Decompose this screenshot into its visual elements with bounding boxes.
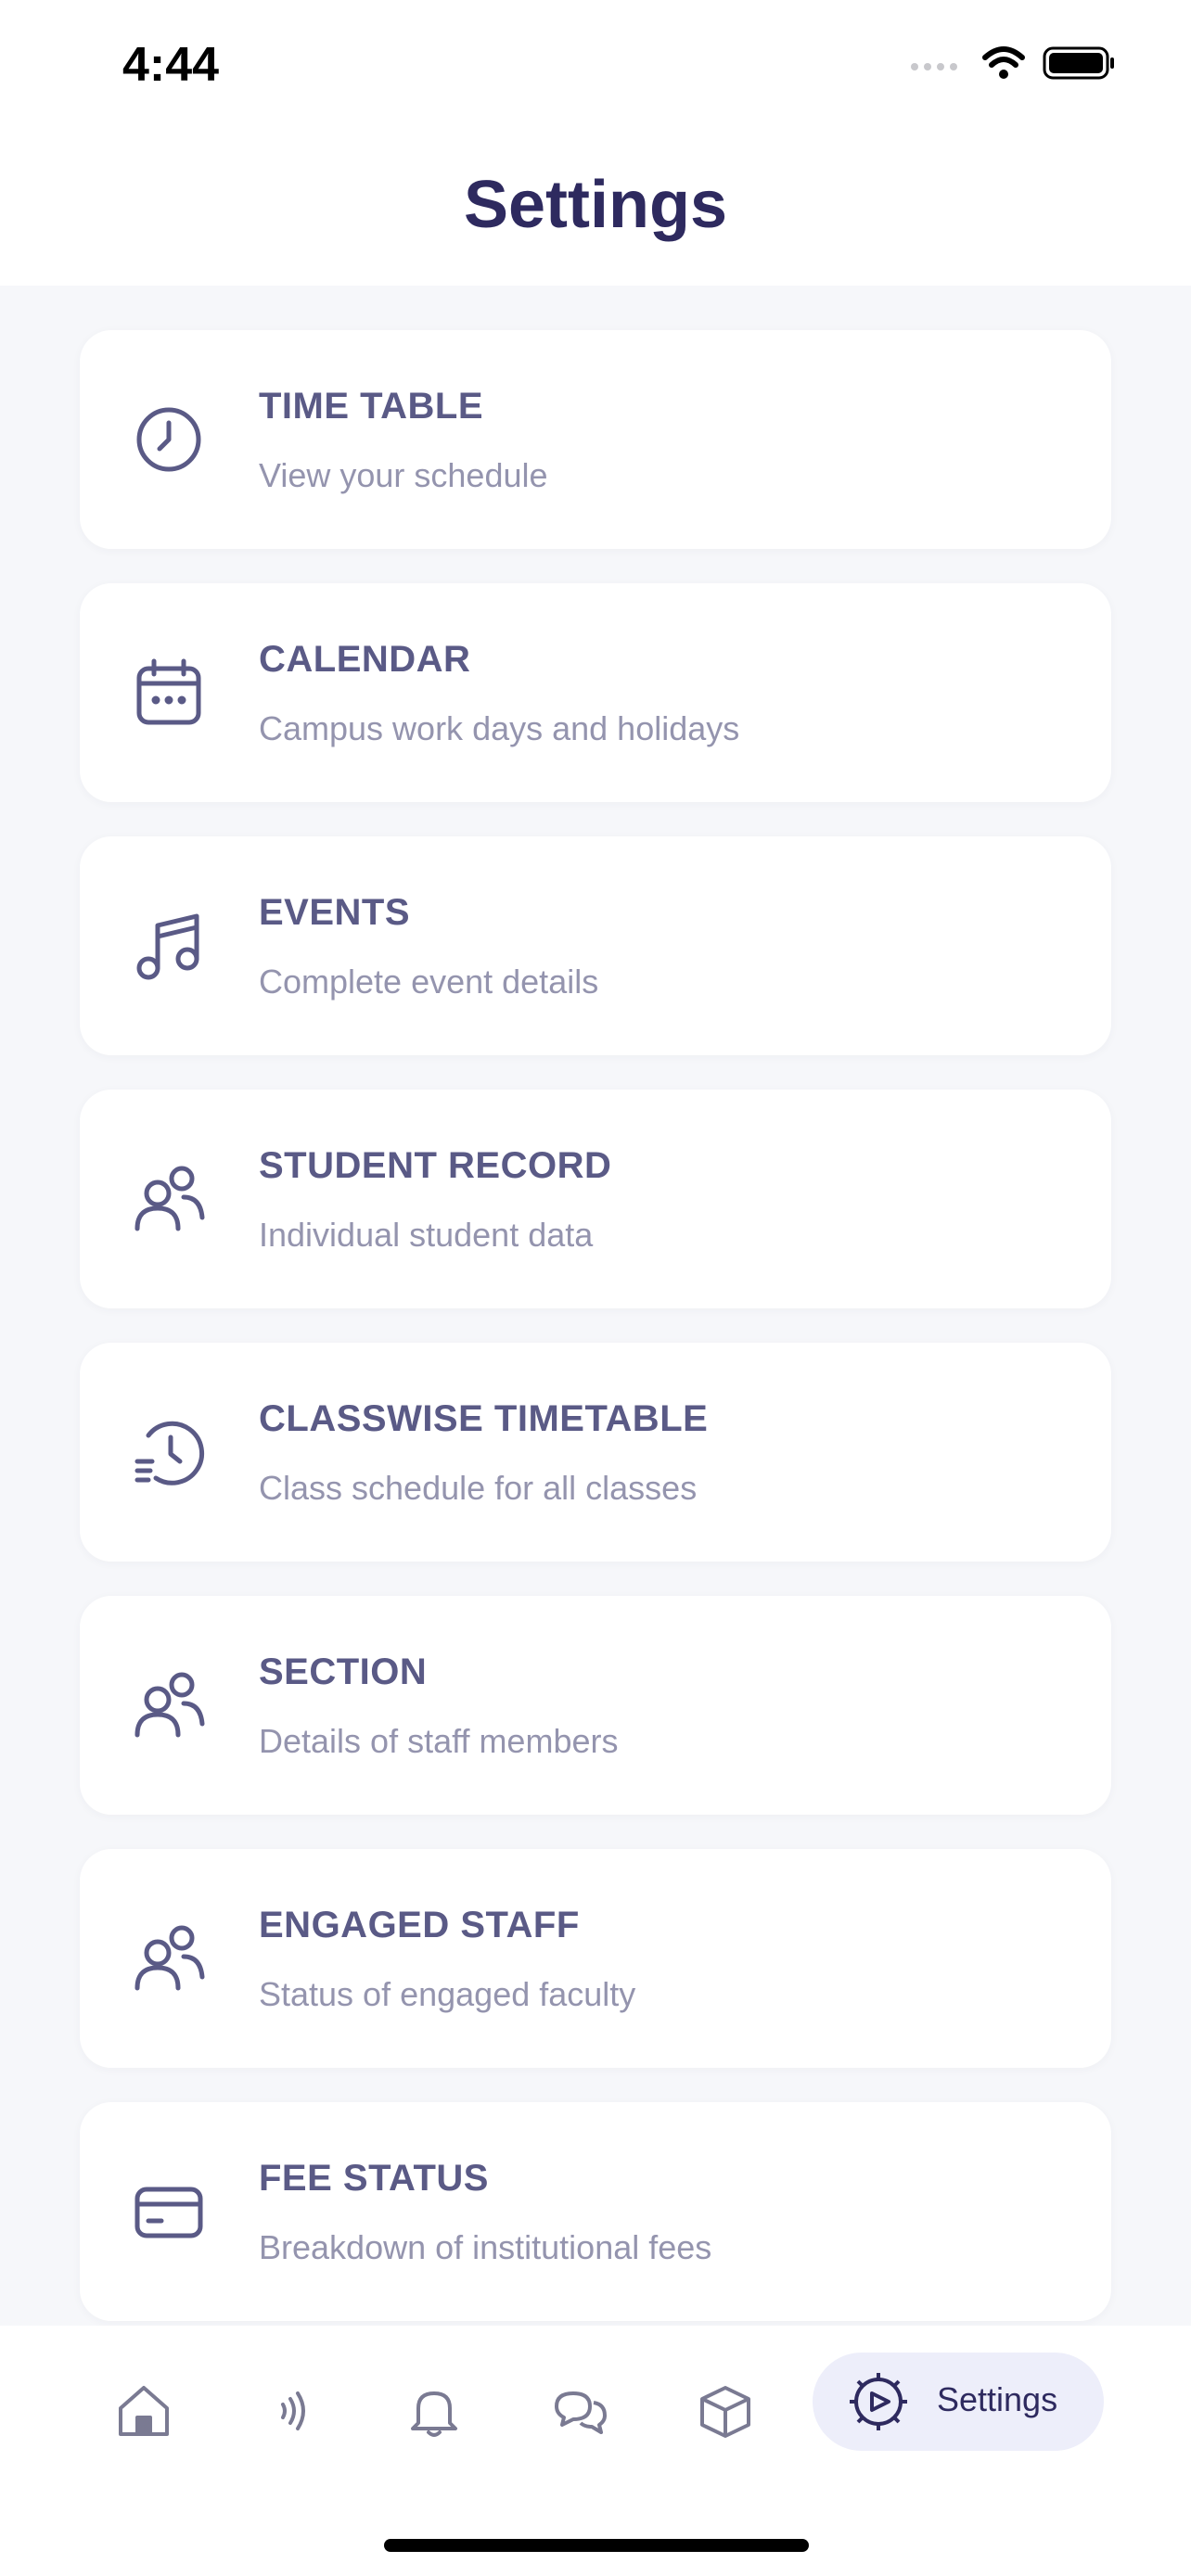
status-time: 4:44	[122, 38, 220, 92]
card-subtitle: Details of staff members	[259, 1722, 619, 1760]
card-title: SECTION	[259, 1651, 428, 1692]
status-bar: 4:44	[0, 0, 1191, 139]
card-subtitle: Individual student data	[259, 1216, 594, 1254]
status-icons	[909, 45, 1117, 82]
gear-icon	[846, 2369, 911, 2434]
settings-card-time-table[interactable]: TIME TABLE View your schedule	[80, 330, 1111, 549]
credit-card-icon	[132, 2174, 206, 2249]
header: Settings	[0, 139, 1191, 286]
box-icon	[700, 2386, 750, 2438]
settings-card-fee-status[interactable]: FEE STATUS Breakdown of institutional fe…	[80, 2102, 1111, 2321]
card-subtitle: Complete event details	[259, 963, 599, 1001]
clock-icon	[132, 402, 206, 477]
page-title: Settings	[463, 168, 728, 242]
nav-chat[interactable]	[543, 2374, 617, 2448]
card-subtitle: Class schedule for all classes	[259, 1469, 698, 1507]
card-title: ENGAGED STAFF	[259, 1905, 580, 1945]
card-subtitle: Campus work days and holidays	[259, 709, 740, 747]
card-title: CLASSWISE TIMETABLE	[259, 1398, 709, 1439]
card-title: STUDENT RECORD	[259, 1145, 612, 1186]
card-subtitle: View your schedule	[259, 456, 548, 494]
users-icon	[132, 1162, 206, 1236]
nav-settings-active[interactable]: Settings	[813, 2353, 1104, 2451]
calendar-icon	[132, 656, 206, 730]
nav-notifications[interactable]	[397, 2374, 471, 2448]
home-icon	[119, 2386, 169, 2436]
settings-card-calendar[interactable]: CALENDAR Campus work days and holidays	[80, 583, 1111, 802]
users-icon	[132, 1921, 206, 1996]
card-subtitle: Status of engaged faculty	[259, 1975, 636, 2013]
wifi-icon	[982, 46, 1025, 79]
battery-icon	[1043, 46, 1114, 80]
card-title: EVENTS	[259, 892, 411, 933]
settings-card-engaged-staff[interactable]: ENGAGED STAFF Status of engaged faculty	[80, 1849, 1111, 2068]
settings-list: TIME TABLE View your schedule CALENDAR C…	[80, 330, 1111, 2355]
music-note-icon	[132, 909, 206, 983]
nav-box[interactable]	[688, 2374, 762, 2448]
users-icon	[132, 1668, 206, 1742]
bell-icon	[411, 2391, 457, 2437]
settings-card-classwise-timetable[interactable]: CLASSWISE TIMETABLE Class schedule for a…	[80, 1343, 1111, 1562]
card-title: CALENDAR	[259, 639, 471, 680]
nav-home[interactable]	[107, 2374, 181, 2448]
settings-card-section[interactable]: SECTION Details of staff members	[80, 1596, 1111, 1815]
card-subtitle: Breakdown of institutional fees	[259, 2228, 712, 2266]
signal-icon	[281, 2391, 305, 2430]
cellular-signal-icon	[911, 63, 957, 70]
card-title: FEE STATUS	[259, 2158, 489, 2199]
nav-settings-label: Settings	[937, 2380, 1058, 2418]
home-indicator	[384, 2539, 809, 2552]
settings-card-events[interactable]: EVENTS Complete event details	[80, 836, 1111, 1055]
nav-signal[interactable]	[252, 2374, 327, 2448]
chat-icon	[555, 2391, 607, 2434]
card-title: TIME TABLE	[259, 386, 484, 427]
settings-card-student-record[interactable]: STUDENT RECORD Individual student data	[80, 1090, 1111, 1308]
history-clock-icon	[132, 1415, 206, 1489]
